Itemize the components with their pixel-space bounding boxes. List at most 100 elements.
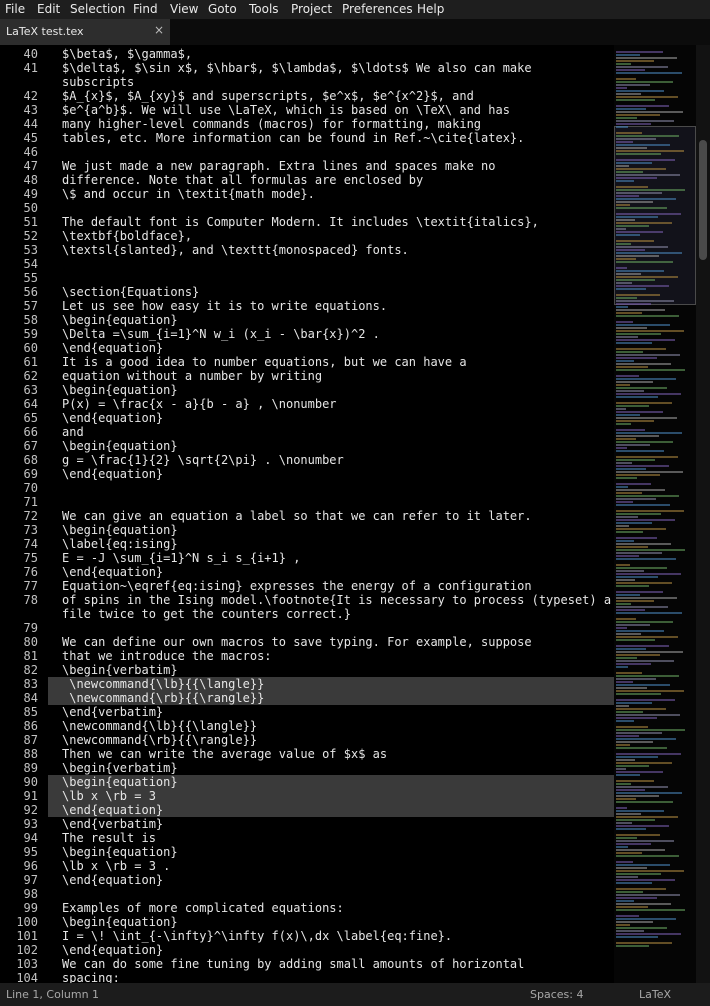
cursor-position[interactable]: Line 1, Column 1 bbox=[6, 988, 99, 1001]
minimap-line bbox=[616, 639, 655, 641]
code-line: \textsl{slanted}, and \texttt{monospaced… bbox=[48, 243, 614, 257]
minimap-line bbox=[616, 549, 685, 551]
minimap-line bbox=[616, 651, 683, 653]
syntax-mode[interactable]: LaTeX bbox=[639, 988, 671, 1001]
code-line-text: \end{equation} bbox=[62, 341, 164, 355]
line-number: 73 bbox=[23, 523, 38, 537]
minimap[interactable] bbox=[614, 45, 696, 983]
minimap-line bbox=[616, 582, 672, 584]
code-line-text: Equation~\eqref{eq:ising} expresses the … bbox=[62, 579, 532, 593]
minimap-line bbox=[616, 159, 675, 161]
line-number: 79 bbox=[23, 621, 38, 635]
line-number: 71 bbox=[23, 495, 38, 509]
minimap-line bbox=[616, 330, 684, 332]
minimap-line bbox=[616, 510, 684, 512]
minimap-line bbox=[616, 231, 663, 233]
minimap-line bbox=[616, 627, 627, 629]
menu-file[interactable]: File bbox=[5, 2, 25, 17]
line-number: 54 bbox=[23, 257, 38, 271]
code-line: \$ and occur in \textit{math mode}. bbox=[48, 187, 614, 201]
minimap-line bbox=[616, 807, 627, 809]
line-number: 41 bbox=[23, 61, 38, 75]
code-line-text: \begin{equation} bbox=[62, 383, 178, 397]
minimap-line bbox=[616, 687, 647, 689]
minimap-line bbox=[616, 558, 676, 560]
code-editor[interactable]: $\beta$, $\gamma$, $\delta$, $\sin x$, $\… bbox=[48, 45, 614, 983]
line-number: 90 bbox=[23, 775, 38, 789]
code-line-text: I = \! \int_{-\infty}^\infty f(x)\,dx \l… bbox=[62, 929, 453, 943]
minimap-line bbox=[616, 675, 679, 677]
minimap-line bbox=[616, 360, 634, 362]
line-number: 96 bbox=[23, 859, 38, 873]
menu-goto[interactable]: Goto bbox=[208, 2, 237, 17]
minimap-line bbox=[616, 198, 676, 200]
code-line: \begin{equation} bbox=[48, 313, 614, 327]
close-icon[interactable]: × bbox=[154, 23, 164, 37]
code-line-text: We can define our own macros to save typ… bbox=[62, 635, 532, 649]
menu-project[interactable]: Project bbox=[291, 2, 332, 17]
menu-edit[interactable]: Edit bbox=[37, 2, 60, 17]
code-line-text: file twice to get the counters correct.} bbox=[62, 607, 351, 621]
menu-selection[interactable]: Selection bbox=[70, 2, 125, 17]
minimap-line bbox=[616, 840, 674, 842]
code-line: \end{equation} bbox=[48, 873, 614, 887]
menu-preferences[interactable]: Preferences bbox=[342, 2, 413, 17]
minimap-line bbox=[616, 591, 663, 593]
menu-find[interactable]: Find bbox=[133, 2, 158, 17]
minimap-line bbox=[616, 117, 637, 119]
minimap-line bbox=[616, 357, 657, 359]
code-line: subscripts bbox=[48, 75, 614, 89]
code-line-text: Let us see how easy it is to write equat… bbox=[62, 299, 388, 313]
minimap-line bbox=[616, 936, 658, 938]
code-line: \begin{verbatim} bbox=[48, 761, 614, 775]
menu-tools[interactable]: Tools bbox=[249, 2, 279, 17]
code-line-text: \$ and occur in \textit{math mode}. bbox=[62, 187, 315, 201]
line-number: 63 bbox=[23, 383, 38, 397]
menu-help[interactable]: Help bbox=[417, 2, 444, 17]
menu-view[interactable]: View bbox=[170, 2, 198, 17]
minimap-line bbox=[616, 894, 680, 896]
line-number: 42 bbox=[23, 89, 38, 103]
minimap-line bbox=[616, 387, 667, 389]
line-number: 52 bbox=[23, 229, 38, 243]
minimap-line bbox=[616, 288, 646, 290]
code-line-text: \begin{equation} bbox=[62, 915, 178, 929]
minimap-line bbox=[616, 909, 685, 911]
code-line-text: \end{equation} bbox=[62, 943, 164, 957]
minimap-line bbox=[616, 342, 652, 344]
minimap-line bbox=[616, 468, 646, 470]
line-number: 88 bbox=[23, 747, 38, 761]
code-line-text: \end{verbatim} bbox=[62, 817, 164, 831]
scrollbar-thumb[interactable] bbox=[699, 140, 707, 260]
minimap-line bbox=[616, 501, 633, 503]
line-number: 60 bbox=[23, 341, 38, 355]
minimap-line bbox=[616, 813, 641, 815]
vertical-scrollbar[interactable] bbox=[696, 45, 710, 983]
code-line: \begin{equation} bbox=[48, 845, 614, 859]
minimap-line bbox=[616, 72, 682, 74]
minimap-line bbox=[616, 408, 626, 410]
minimap-line bbox=[616, 537, 657, 539]
code-line: We can define our own macros to save typ… bbox=[48, 635, 614, 649]
minimap-line bbox=[616, 366, 648, 368]
line-number: 72 bbox=[23, 509, 38, 523]
minimap-line bbox=[616, 54, 640, 56]
indentation-setting[interactable]: Spaces: 4 bbox=[530, 988, 583, 1001]
minimap-line bbox=[616, 645, 669, 647]
code-line: Then we can write the average value of $… bbox=[48, 747, 614, 761]
tab-latex-test[interactable]: LaTeX test.tex × bbox=[0, 19, 170, 45]
minimap-line bbox=[616, 891, 643, 893]
minimap-line bbox=[616, 153, 661, 155]
code-line-text: \begin{equation} bbox=[62, 523, 178, 537]
code-line-text: tables, etc. More information can be fou… bbox=[62, 131, 525, 145]
minimap-line bbox=[616, 828, 646, 830]
line-number: 53 bbox=[23, 243, 38, 257]
code-line-text: \label{eq:ising} bbox=[62, 537, 178, 551]
line-number: 74 bbox=[23, 537, 38, 551]
minimap-line bbox=[616, 378, 676, 380]
minimap-line bbox=[616, 477, 637, 479]
code-line-text: \newcommand{\rb}{{\rangle}} bbox=[62, 691, 265, 705]
code-line-text: \begin{equation} bbox=[62, 845, 178, 859]
code-line-text: We can do some fine tuning by adding sma… bbox=[62, 957, 525, 971]
